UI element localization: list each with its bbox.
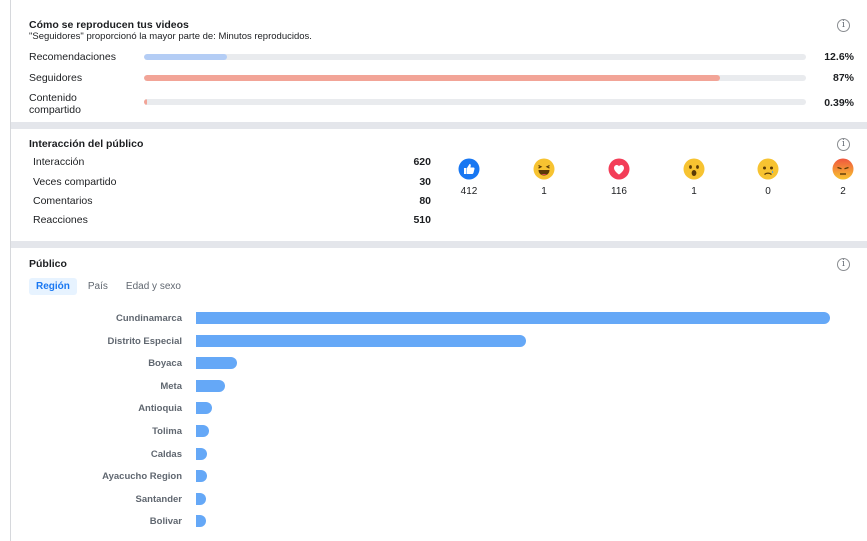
metric-label-shares: Veces compartido xyxy=(33,176,117,188)
playback-fill-shared xyxy=(144,99,147,105)
playback-label-recommendations: Recomendaciones xyxy=(29,51,116,63)
region-bar[interactable] xyxy=(196,334,526,347)
metric-label-comments: Comentarios xyxy=(33,195,93,207)
metric-value-reactions: 510 xyxy=(413,214,431,226)
info-icon[interactable]: i xyxy=(837,138,850,151)
playback-track-followers xyxy=(144,75,806,81)
info-icon[interactable]: i xyxy=(837,19,850,32)
playback-value-shared: 0.39% xyxy=(824,97,854,109)
playback-value-followers: 87% xyxy=(832,72,854,84)
region-label: Antioquia xyxy=(138,403,182,415)
audience-tabs: Región País Edad y sexo xyxy=(29,276,192,296)
region-bar[interactable] xyxy=(196,425,209,437)
reaction-count: 116 xyxy=(611,186,627,197)
love-icon xyxy=(608,158,630,180)
region-label: Distrito Especial xyxy=(107,335,182,347)
playback-label-shared: Contenido compartido xyxy=(29,92,81,116)
tab-region[interactable]: Región xyxy=(29,278,77,295)
region-label: Bolivar xyxy=(149,516,182,528)
region-label: Boyaca xyxy=(148,358,182,370)
playback-track-shared xyxy=(144,99,806,105)
metric-label-interaction: Interacción xyxy=(33,156,85,168)
reaction-count: 412 xyxy=(460,186,478,197)
region-bar[interactable] xyxy=(196,379,225,392)
region-label: Ayacucho Region xyxy=(102,471,182,483)
insights-panel: Cómo se reproducen tus videos "Seguidore… xyxy=(10,0,867,541)
playback-value-recommendations: 12.6% xyxy=(824,51,854,63)
metric-value-shares: 30 xyxy=(419,176,431,188)
region-label: Santander xyxy=(135,493,182,505)
reaction-count: 1 xyxy=(541,186,547,197)
haha-icon xyxy=(533,158,555,180)
region-bar[interactable] xyxy=(196,402,212,415)
tab-country[interactable]: País xyxy=(81,278,115,295)
region-label: Caldas xyxy=(150,448,182,460)
reaction-angry: 2 xyxy=(823,158,863,197)
region-bar[interactable] xyxy=(196,312,830,324)
info-icon[interactable]: i xyxy=(837,258,850,271)
engagement-section: Interacción del público i Interacción 62… xyxy=(11,129,867,241)
region-label: Meta xyxy=(160,380,182,392)
tab-age-gender[interactable]: Edad y sexo xyxy=(119,278,188,295)
metric-label-reactions: Reacciones xyxy=(33,214,88,226)
region-label: Cundinamarca xyxy=(116,313,182,324)
reaction-sad: 0 xyxy=(748,158,788,197)
section-divider xyxy=(11,241,867,248)
region-bar[interactable] xyxy=(196,357,238,370)
playback-track-recommendations xyxy=(144,54,806,60)
playback-title: Cómo se reproducen tus videos xyxy=(29,19,189,31)
playback-fill-followers xyxy=(144,75,720,81)
like-icon xyxy=(458,158,480,180)
reaction-count: 2 xyxy=(840,186,846,197)
audience-title: Público xyxy=(29,258,67,270)
reaction-love: 116 xyxy=(599,158,639,197)
engagement-title: Interacción del público xyxy=(29,138,144,150)
reaction-count: 1 xyxy=(691,186,697,197)
playback-fill-recommendations xyxy=(144,54,228,60)
reaction-like: 412 xyxy=(449,158,489,197)
region-label: Tolima xyxy=(152,426,182,437)
playback-label-followers: Seguidores xyxy=(29,72,83,84)
metric-value-interaction: 620 xyxy=(413,156,431,168)
metric-value-comments: 80 xyxy=(419,195,431,207)
angry-icon xyxy=(832,158,854,180)
playback-subtitle: "Seguidores" proporcionó la mayor parte … xyxy=(29,31,312,42)
reaction-wow: 1 xyxy=(674,158,714,197)
sad-icon xyxy=(757,158,779,180)
section-divider xyxy=(11,122,867,129)
reaction-haha: 1 xyxy=(524,158,564,197)
playback-section: Cómo se reproducen tus videos "Seguidore… xyxy=(11,0,867,122)
reaction-count: 0 xyxy=(765,186,771,197)
wow-icon xyxy=(683,158,705,180)
